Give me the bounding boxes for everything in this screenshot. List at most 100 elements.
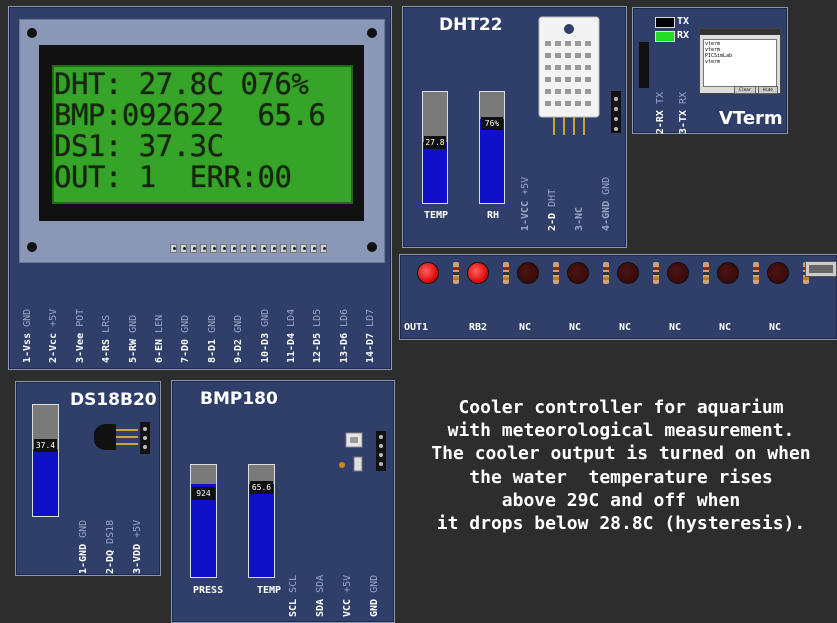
lcd-pin-label: 9-D2 GND [233,314,245,363]
lcd-pin-label: 3-Vee POT [74,308,86,363]
bmp180-press-value: 924 [192,487,215,500]
vterm-title: VTerm [719,108,783,129]
led-4-icon [567,262,589,284]
led-board: OUT1 RB2 NC NC NC NC NC NC [399,254,837,340]
lcd-pin-header [170,244,327,253]
dht22-board: DHT22 27.8 TEMP 76% RH 1-VCC +5V 2-D DHT 3… [402,6,627,248]
mount-hole [27,242,37,252]
dht22-temp-fill [423,141,447,203]
lcd-line-2: BMP:092622 65.6 [54,98,326,132]
ds18b20-pin-label: 2-DQ DS18 [105,519,116,574]
lcd-pin-label: 4-RS LRS [101,314,113,363]
bmp180-pin-label: SDA SDA [315,574,326,617]
dht22-temp-value: 27.8 [424,136,446,149]
led-label: RB2 [469,322,488,333]
resistor-icon [553,262,559,284]
dht22-temp-label: TEMP [424,210,449,221]
dht22-rh-value: 76% [481,117,503,130]
bmp180-title: BMP180 [200,389,278,409]
ds18b20-temp-bar: 37.4 [32,404,59,517]
lcd-module: DHT: 27.8C 076% BMP:092622 65.6 DS1: 37.… [19,19,385,263]
bmp180-press-bar: 924 [190,464,217,578]
led-6-icon [667,262,689,284]
resistor-icon [603,262,609,284]
resistor-icon [653,262,659,284]
bmp180-pin-label: SCL SCL [288,574,299,617]
bmp180-temp-label: TEMP [257,585,282,596]
vterm-pin-rx: 2-RX TX [655,92,666,135]
bmp180-board: BMP180 924 PRESS 65.6 TEMP SCL SCL SDA SD… [171,380,395,623]
bmp180-temp-bar: 65.6 [248,464,275,578]
lcd-bezel: DHT: 27.8C 076% BMP:092622 65.6 DS1: 37.… [39,45,364,221]
led-label: NC [769,322,782,333]
rx-indicator [655,31,675,42]
dht22-title: DHT22 [439,15,503,35]
vterm-terminal-area: vterm vterm PICSimLab vterm [703,39,777,87]
mount-hole [367,242,377,252]
lcd-line-1: DHT: 27.8C 076% [54,67,309,101]
bmp180-press-label: PRESS [193,585,224,596]
led-label: NC [719,322,732,333]
resistor-icon [503,262,509,284]
vterm-window-titlebar [700,29,780,35]
vterm-pin-tx: 3-TX RX [678,92,689,135]
dht22-rh-bar: 76% [479,91,505,204]
lcd-screen: DHT: 27.8C 076% BMP:092622 65.6 DS1: 37.… [52,65,353,204]
vterm-clear-button[interactable]: Clear [734,86,756,94]
lcd-pin-label: 13-D6 LD6 [338,308,350,363]
dht22-pin-label: 4-GND GND [601,176,612,231]
bmp180-sensor-icon [339,431,386,472]
vterm-line: vterm [705,59,721,65]
dht22-temp-bar: 27.8 [422,91,448,204]
led-3-icon [517,262,539,284]
ds18b20-title: DS18B20 [70,390,157,410]
lcd-pin-label: 1-Vss GND [22,308,33,363]
lcd-board: DHT: 27.8C 076% BMP:092622 65.6 DS1: 37.… [8,6,392,370]
led-7-icon [717,262,739,284]
lcd-pin-label: 5-RW GND [127,314,139,363]
dht22-pin-label: 2-D DHT [547,188,558,231]
switch-icon[interactable] [805,261,837,277]
resistor-icon [453,262,459,284]
lcd-pin-label: 12-D5 LD5 [312,308,324,363]
ds18b20-pin-label: 3-VDD +5V [132,519,143,574]
lcd-line-4: OUT: 1 ERR:00 [54,160,292,194]
description-text: Cooler controller for aquarium with mete… [431,397,811,535]
led-8-icon [767,262,789,284]
bmp180-pin-label: VCC +5V [342,574,353,617]
led-label: NC [519,322,532,333]
ds18b20-temp-fill [33,449,58,516]
led-1-icon [417,262,439,284]
vterm-connector [639,42,649,88]
led-label: NC [569,322,582,333]
lcd-pin-label: 8-D1 GND [206,314,218,363]
vterm-hide-button[interactable]: Hide [758,86,778,94]
mount-hole [367,28,377,38]
ds18b20-pin-label: 1-GND GND [78,519,89,574]
lcd-pin-label: 7-D0 GND [180,314,192,363]
dht22-rh-fill [480,118,504,203]
mount-hole [27,28,37,38]
vterm-window[interactable]: vterm vterm PICSimLab vterm Clear Hide [699,28,781,94]
resistor-icon [703,262,709,284]
ds18b20-temp-value: 37.4 [34,439,57,452]
lcd-pin-label: 2-Vcc +5V [48,308,60,363]
ds18b20-board: DS18B20 37.4 1-GND GND 2-DQ DS18 3-VDD +5V [15,381,161,576]
led-label: NC [669,322,682,333]
rx-label: RX [677,30,690,41]
tx-label: TX [677,16,690,27]
bmp180-pin-label: GND GND [369,574,380,617]
led-2-icon [467,262,489,284]
led-label: OUT1 [404,322,429,333]
dht22-pin-label: 1-VCC +5V [520,176,531,231]
tx-indicator [655,17,675,28]
lcd-line-3: DS1: 37.3C [54,129,224,163]
lcd-pin-label: 14-D7 LD7 [365,308,377,363]
resistor-icon [753,262,759,284]
lcd-pin-label: 10-D3 GND [259,308,271,363]
led-5-icon [617,262,639,284]
vterm-board: TX RX vterm vterm PICSimLab vterm Clear … [632,7,788,134]
lcd-pin-label: 6-EN LEN [154,314,165,363]
bmp180-temp-fill [249,484,274,577]
bmp180-temp-value: 65.6 [250,481,273,494]
